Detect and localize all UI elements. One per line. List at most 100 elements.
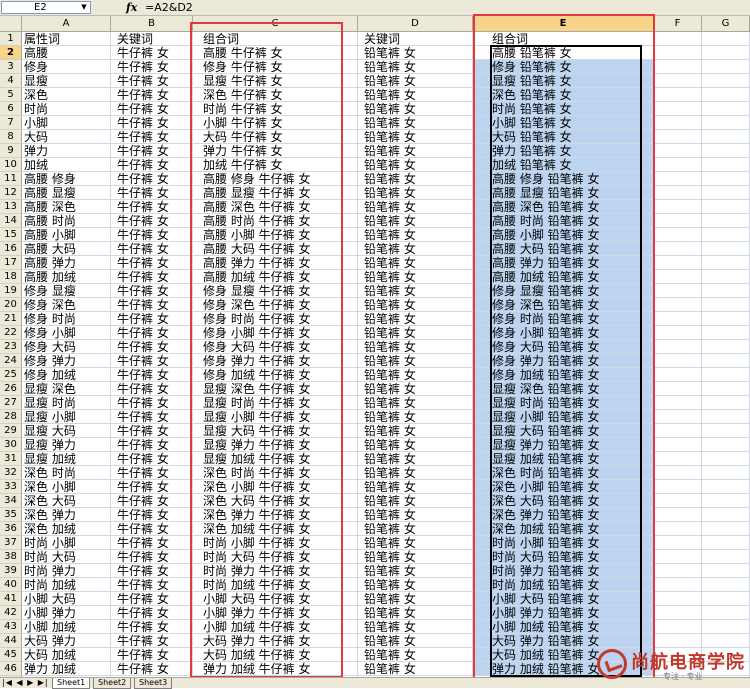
cell-f7[interactable] — [654, 116, 702, 130]
cell-b45[interactable]: 牛仔裤 女 — [111, 648, 193, 662]
cell-b46[interactable]: 牛仔裤 女 — [111, 662, 193, 676]
cell-g37[interactable] — [702, 536, 750, 550]
row-header[interactable]: 1 — [0, 32, 22, 46]
cell-g29[interactable] — [702, 424, 750, 438]
cell-c44[interactable]: 大码 弹力 牛仔裤 女 — [193, 634, 358, 648]
row-header[interactable]: 46 — [0, 662, 22, 676]
cell-g31[interactable] — [702, 452, 750, 466]
cell-c3[interactable]: 修身 牛仔裤 女 — [193, 60, 358, 74]
row-header[interactable]: 27 — [0, 396, 22, 410]
cell-c35[interactable]: 深色 弹力 牛仔裤 女 — [193, 508, 358, 522]
row-header[interactable]: 24 — [0, 354, 22, 368]
cell-a4[interactable]: 显瘦 — [22, 74, 111, 88]
row-header[interactable]: 44 — [0, 634, 22, 648]
cell-c27[interactable]: 显瘦 时尚 牛仔裤 女 — [193, 396, 358, 410]
cell-e42[interactable]: 小脚 弹力 铅笔裤 女 — [473, 606, 654, 620]
cell-e3[interactable]: 修身 铅笔裤 女 — [473, 60, 654, 74]
cell-c45[interactable]: 大码 加绒 牛仔裤 女 — [193, 648, 358, 662]
cell-e7[interactable]: 小脚 铅笔裤 女 — [473, 116, 654, 130]
cell-a42[interactable]: 小脚 弹力 — [22, 606, 111, 620]
cell-f36[interactable] — [654, 522, 702, 536]
cell-f15[interactable] — [654, 228, 702, 242]
column-header-f[interactable]: F — [654, 16, 702, 31]
cell-b9[interactable]: 牛仔裤 女 — [111, 144, 193, 158]
cell-b23[interactable]: 牛仔裤 女 — [111, 340, 193, 354]
cell-d4[interactable]: 铅笔裤 女 — [358, 74, 473, 88]
row-header[interactable]: 5 — [0, 88, 22, 102]
cell-f3[interactable] — [654, 60, 702, 74]
cell-e5[interactable]: 深色 铅笔裤 女 — [473, 88, 654, 102]
cell-a46[interactable]: 弹力 加绒 — [22, 662, 111, 676]
cell-g24[interactable] — [702, 354, 750, 368]
cell-a26[interactable]: 显瘦 深色 — [22, 382, 111, 396]
row-header[interactable]: 29 — [0, 424, 22, 438]
tab-sheet3[interactable]: Sheet3 — [134, 678, 173, 689]
row-header[interactable]: 26 — [0, 382, 22, 396]
cell-e37[interactable]: 时尚 小脚 铅笔裤 女 — [473, 536, 654, 550]
cell-f31[interactable] — [654, 452, 702, 466]
cell-d29[interactable]: 铅笔裤 女 — [358, 424, 473, 438]
cell-f37[interactable] — [654, 536, 702, 550]
cell-e11[interactable]: 高腰 修身 铅笔裤 女 — [473, 172, 654, 186]
cell-c16[interactable]: 高腰 大码 牛仔裤 女 — [193, 242, 358, 256]
cell-g32[interactable] — [702, 466, 750, 480]
row-header[interactable]: 18 — [0, 270, 22, 284]
cell-g14[interactable] — [702, 214, 750, 228]
cell-a6[interactable]: 时尚 — [22, 102, 111, 116]
cell-a43[interactable]: 小脚 加绒 — [22, 620, 111, 634]
cell-e15[interactable]: 高腰 小脚 铅笔裤 女 — [473, 228, 654, 242]
cell-a11[interactable]: 高腰 修身 — [22, 172, 111, 186]
cell-e12[interactable]: 高腰 显瘦 铅笔裤 女 — [473, 186, 654, 200]
cell-e27[interactable]: 显瘦 时尚 铅笔裤 女 — [473, 396, 654, 410]
cell-d23[interactable]: 铅笔裤 女 — [358, 340, 473, 354]
row-header[interactable]: 45 — [0, 648, 22, 662]
cell-c22[interactable]: 修身 小脚 牛仔裤 女 — [193, 326, 358, 340]
cell-b36[interactable]: 牛仔裤 女 — [111, 522, 193, 536]
cell-d40[interactable]: 铅笔裤 女 — [358, 578, 473, 592]
cell-g36[interactable] — [702, 522, 750, 536]
cell-f34[interactable] — [654, 494, 702, 508]
row-header[interactable]: 20 — [0, 298, 22, 312]
cell-e17[interactable]: 高腰 弹力 铅笔裤 女 — [473, 256, 654, 270]
cell-g1[interactable] — [702, 32, 750, 46]
cell-b15[interactable]: 牛仔裤 女 — [111, 228, 193, 242]
cell-c46[interactable]: 弹力 加绒 牛仔裤 女 — [193, 662, 358, 676]
cell-c36[interactable]: 深色 加绒 牛仔裤 女 — [193, 522, 358, 536]
cell-d41[interactable]: 铅笔裤 女 — [358, 592, 473, 606]
cell-a8[interactable]: 大码 — [22, 130, 111, 144]
row-header[interactable]: 14 — [0, 214, 22, 228]
cell-c43[interactable]: 小脚 加绒 牛仔裤 女 — [193, 620, 358, 634]
select-all-corner[interactable] — [0, 16, 22, 31]
cell-b42[interactable]: 牛仔裤 女 — [111, 606, 193, 620]
cell-g23[interactable] — [702, 340, 750, 354]
cell-c9[interactable]: 弹力 牛仔裤 女 — [193, 144, 358, 158]
cell-c20[interactable]: 修身 深色 牛仔裤 女 — [193, 298, 358, 312]
row-header[interactable]: 2 — [0, 46, 22, 60]
cell-a19[interactable]: 修身 显瘦 — [22, 284, 111, 298]
cell-f33[interactable] — [654, 480, 702, 494]
cell-d24[interactable]: 铅笔裤 女 — [358, 354, 473, 368]
row-header[interactable]: 16 — [0, 242, 22, 256]
cell-a14[interactable]: 高腰 时尚 — [22, 214, 111, 228]
cell-e38[interactable]: 时尚 大码 铅笔裤 女 — [473, 550, 654, 564]
row-header[interactable]: 8 — [0, 130, 22, 144]
cell-a23[interactable]: 修身 大码 — [22, 340, 111, 354]
cell-b28[interactable]: 牛仔裤 女 — [111, 410, 193, 424]
row-header[interactable]: 38 — [0, 550, 22, 564]
cell-e28[interactable]: 显瘦 小脚 铅笔裤 女 — [473, 410, 654, 424]
cell-e21[interactable]: 修身 时尚 铅笔裤 女 — [473, 312, 654, 326]
cell-a30[interactable]: 显瘦 弹力 — [22, 438, 111, 452]
cell-e22[interactable]: 修身 小脚 铅笔裤 女 — [473, 326, 654, 340]
row-header[interactable]: 19 — [0, 284, 22, 298]
cell-f14[interactable] — [654, 214, 702, 228]
cell-b8[interactable]: 牛仔裤 女 — [111, 130, 193, 144]
cell-g6[interactable] — [702, 102, 750, 116]
cell-f38[interactable] — [654, 550, 702, 564]
cell-b11[interactable]: 牛仔裤 女 — [111, 172, 193, 186]
cell-a25[interactable]: 修身 加绒 — [22, 368, 111, 382]
cell-c23[interactable]: 修身 大码 牛仔裤 女 — [193, 340, 358, 354]
row-header[interactable]: 6 — [0, 102, 22, 116]
cell-d33[interactable]: 铅笔裤 女 — [358, 480, 473, 494]
cell-b19[interactable]: 牛仔裤 女 — [111, 284, 193, 298]
cell-e26[interactable]: 显瘦 深色 铅笔裤 女 — [473, 382, 654, 396]
